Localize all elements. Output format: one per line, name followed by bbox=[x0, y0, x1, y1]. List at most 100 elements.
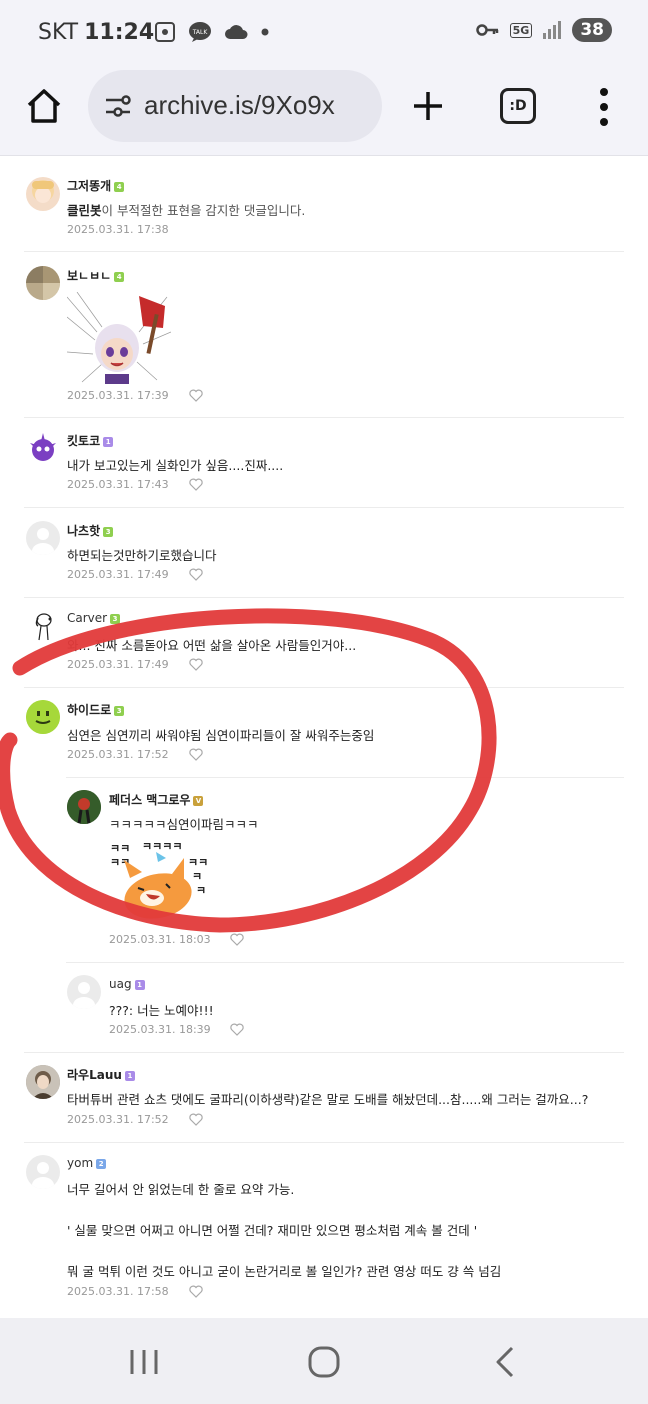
browser-toolbar: archive.is/9Xo9x :D bbox=[0, 64, 648, 156]
plus-icon[interactable] bbox=[408, 86, 448, 126]
network-type: 5G bbox=[509, 22, 533, 38]
reply-item: uag 1 ???: 너는 노예야!!! 2025.03.31. 18:39 bbox=[0, 963, 648, 1053]
comment-text: ㅋㅋㅋㅋㅋ심연이파림ㅋㅋㅋ bbox=[109, 817, 259, 832]
reply-item: 페더스 맥그로우 V ㅋㅋㅋㅋㅋ심연이파림ㅋㅋㅋ ㅋㅋ ㅋㅋㅋㅋ ㅋㅋ ㅋㅋㅋㅋ 202… bbox=[0, 778, 648, 963]
heart-icon[interactable] bbox=[189, 748, 203, 761]
heart-icon[interactable] bbox=[230, 1023, 244, 1036]
comment-item: 라우Lauu 1 타버튜버 관련 쇼츠 댓에도 굴파리(이하생략)같은 말로 도배… bbox=[0, 1053, 648, 1143]
address-bar[interactable]: archive.is/9Xo9x bbox=[88, 70, 382, 142]
comment-text-line: 뭐 굴 먹튀 이런 것도 아니고 굳이 논란거리로 볼 일인가? 관련 영상 떠… bbox=[67, 1264, 502, 1279]
comment-text: 타버튜버 관련 쇼츠 댓에도 굴파리(이하생략)같은 말로 도배를 해놨던데..… bbox=[67, 1092, 589, 1107]
comment-text: ???: 너는 노예야!!! bbox=[109, 1003, 214, 1018]
home-icon[interactable] bbox=[24, 86, 64, 126]
extension-label: :D bbox=[509, 98, 527, 114]
back-icon[interactable] bbox=[486, 1342, 526, 1382]
comment-nickname[interactable]: 나츠핫 3 bbox=[67, 522, 114, 539]
svg-text:ㅋ: ㅋ bbox=[192, 870, 202, 883]
recents-icon[interactable] bbox=[124, 1342, 164, 1382]
comment-text-line: 너무 길어서 안 읽었는데 한 줄로 요약 가능. bbox=[67, 1182, 295, 1197]
laughing-fox-sticker: ㅋㅋ ㅋㅋㅋㅋㅋㅋ ㅋㅋㅋㅋ bbox=[110, 840, 208, 919]
level-badge: 2 bbox=[96, 1159, 107, 1169]
level-badge: V bbox=[193, 796, 204, 806]
comment-nickname[interactable]: 킷토코 1 bbox=[67, 432, 114, 449]
comment-nickname[interactable]: uag 1 bbox=[109, 977, 145, 991]
heart-icon[interactable] bbox=[189, 478, 203, 491]
level-badge: 3 bbox=[103, 527, 114, 537]
comment-date: 2025.03.31. 17:52 bbox=[67, 1113, 169, 1126]
avatar[interactable] bbox=[26, 266, 60, 300]
avatar[interactable] bbox=[26, 431, 60, 465]
heart-icon[interactable] bbox=[189, 389, 203, 402]
carrier-label: SKT bbox=[38, 20, 79, 45]
signal-icon bbox=[543, 21, 562, 39]
comment-nickname[interactable]: yom 2 bbox=[67, 1156, 107, 1170]
comment-text: 하면되는것만하기로했습니다 bbox=[67, 548, 217, 563]
level-badge: 1 bbox=[134, 980, 145, 990]
comment-item: 하이드로 3 심연은 심연끼리 싸워야됨 심연이파리들이 잘 싸워주는중임 202… bbox=[0, 688, 648, 778]
notification-icons: TALK bbox=[154, 21, 270, 43]
heart-icon[interactable] bbox=[189, 1113, 203, 1126]
screenshot-icon bbox=[155, 22, 175, 42]
comment-text: 심연은 심연끼리 싸워야됨 심연이파리들이 잘 싸워주는중임 bbox=[67, 728, 375, 743]
level-badge: 1 bbox=[124, 1071, 135, 1081]
svg-text:ㅋㅋㅋㅋ: ㅋㅋㅋㅋ bbox=[142, 840, 182, 853]
avatar[interactable] bbox=[67, 790, 101, 824]
comment-date: 2025.03.31. 17:43 bbox=[67, 478, 169, 491]
comment-date: 2025.03.31. 17:38 bbox=[67, 223, 169, 236]
heart-icon[interactable] bbox=[189, 658, 203, 671]
comment-item: yom 2 너무 길어서 안 읽었는데 한 줄로 요약 가능. ' 실물 맞으면 … bbox=[0, 1143, 648, 1315]
status-bar: SKT 11:24 TALK 5G 38 bbox=[0, 0, 648, 64]
comment-nickname[interactable]: 보ㄴㅂㄴ 4 bbox=[67, 267, 125, 284]
comment-date: 2025.03.31. 18:03 bbox=[109, 933, 211, 946]
system-nav-bar bbox=[0, 1318, 648, 1404]
comment-nickname[interactable]: 그저똥개 4 bbox=[67, 177, 125, 194]
heart-icon[interactable] bbox=[189, 568, 203, 581]
comment-nickname[interactable]: 페더스 맥그로우 V bbox=[109, 791, 204, 808]
avatar[interactable] bbox=[26, 700, 60, 734]
url-text: archive.is/9Xo9x bbox=[144, 90, 335, 120]
cloud-icon bbox=[225, 25, 248, 39]
comment-item: 킷토코 1 내가 보고있는게 실화인가 싶음....진짜.... 2025.03.… bbox=[0, 418, 648, 508]
avatar[interactable] bbox=[26, 610, 60, 644]
more-vert-icon[interactable] bbox=[596, 86, 612, 128]
comment-text: 내가 보고있는게 실화인가 싶음....진짜.... bbox=[67, 458, 284, 473]
anime-girl-axe-sticker bbox=[67, 292, 171, 384]
comment-item: 나츠핫 3 하면되는것만하기로했습니다 2025.03.31. 17:49 bbox=[0, 508, 648, 598]
svg-text:TALK: TALK bbox=[192, 29, 209, 36]
heart-icon[interactable] bbox=[230, 933, 244, 946]
comment-nickname[interactable]: 하이드로 3 bbox=[67, 701, 125, 718]
status-right: 5G 38 bbox=[475, 18, 612, 42]
level-badge: 3 bbox=[114, 706, 125, 716]
comment-nickname[interactable]: Carver 3 bbox=[67, 611, 121, 625]
svg-text:ㅋㅋ: ㅋㅋ bbox=[110, 842, 130, 855]
avatar[interactable] bbox=[67, 975, 101, 1009]
key-icon bbox=[475, 24, 498, 36]
comment-date: 2025.03.31. 18:39 bbox=[109, 1023, 211, 1036]
comment-date: 2025.03.31. 17:52 bbox=[67, 748, 169, 761]
emoji-extension-icon[interactable]: :D bbox=[500, 88, 536, 124]
level-badge: 3 bbox=[110, 614, 121, 624]
tune-icon[interactable] bbox=[104, 94, 132, 118]
avatar[interactable] bbox=[26, 1065, 60, 1099]
comment-date: 2025.03.31. 17:39 bbox=[67, 389, 169, 402]
comment-item: 보ㄴㅂㄴ 4 2025.03.31. 17:39 bbox=[0, 252, 648, 418]
comment-date: 2025.03.31. 17:49 bbox=[67, 658, 169, 671]
avatar[interactable] bbox=[26, 521, 60, 555]
comment-text: 와... 진짜 소름돋아요 어떤 삶을 살아온 사람들인거야... bbox=[67, 638, 357, 653]
level-badge: 4 bbox=[114, 272, 125, 282]
level-badge: 1 bbox=[103, 437, 114, 447]
comment-item: Carver 3 와... 진짜 소름돋아요 어떤 삶을 살아온 사람들인거야..… bbox=[0, 598, 648, 688]
battery-indicator: 38 bbox=[572, 18, 612, 42]
home-circle-icon[interactable] bbox=[304, 1342, 344, 1382]
talk-icon: TALK bbox=[189, 22, 211, 42]
clock: 11:24 bbox=[84, 20, 155, 45]
avatar[interactable] bbox=[26, 1155, 60, 1189]
dot-icon bbox=[261, 28, 269, 36]
comment-nickname[interactable]: 라우Lauu 1 bbox=[67, 1066, 135, 1083]
comment-item: 그저똥개 4 클린봇이 부적절한 표현을 감지한 댓글입니다. 2025.03.3… bbox=[0, 160, 648, 252]
svg-text:ㅋㅋ: ㅋㅋ bbox=[188, 856, 208, 869]
avatar[interactable] bbox=[26, 177, 60, 211]
status-left: SKT 11:24 bbox=[38, 20, 154, 45]
heart-icon[interactable] bbox=[189, 1285, 203, 1298]
comment-date: 2025.03.31. 17:49 bbox=[67, 568, 169, 581]
